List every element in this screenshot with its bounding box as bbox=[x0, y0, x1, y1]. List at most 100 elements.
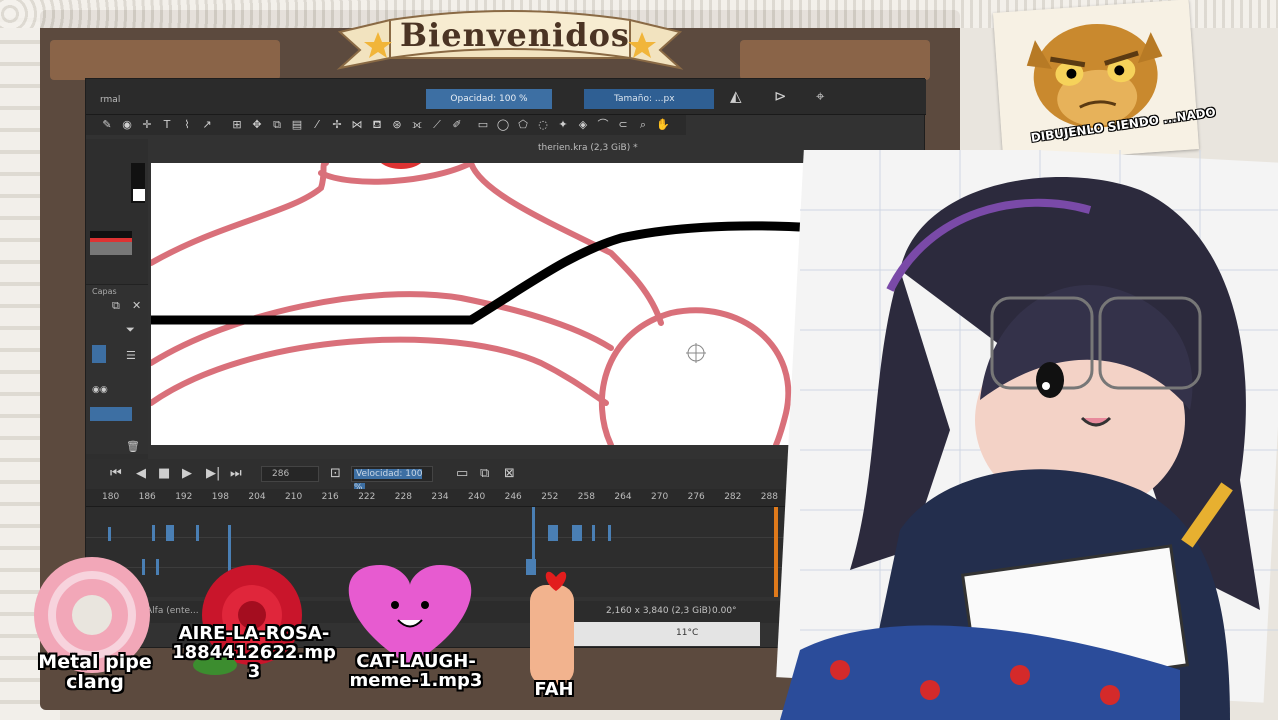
soundboard: Metal pipe clang AIRE-LA-ROSA- 188441262… bbox=[0, 555, 580, 720]
play-icon[interactable]: ▶ bbox=[182, 466, 192, 481]
timeline-tick-label: 216 bbox=[321, 492, 339, 502]
timeline-tick-label: 204 bbox=[248, 492, 266, 502]
brush-tool-icon[interactable]: ✎ bbox=[100, 118, 114, 132]
brush-cursor-icon bbox=[686, 343, 706, 363]
pan-tool-icon[interactable]: ✋ bbox=[656, 118, 670, 132]
layers-icon[interactable]: ⧉ bbox=[480, 466, 489, 481]
rect-select-icon[interactable]: ▭ bbox=[476, 118, 490, 132]
filter-icon[interactable]: ⏷ bbox=[126, 323, 135, 337]
similar-select-icon[interactable]: ◈ bbox=[576, 118, 590, 132]
heart-character-icon bbox=[348, 565, 472, 665]
timeline-tick-label: 282 bbox=[724, 492, 742, 502]
finger-heart-icon bbox=[530, 571, 574, 685]
layer-thumbnail[interactable] bbox=[92, 345, 106, 363]
mirror-vertical-icon[interactable]: ⊳ bbox=[774, 87, 787, 105]
sound-button-metal-pipe[interactable]: Metal pipe clang bbox=[20, 652, 170, 693]
stop-icon[interactable]: ■ bbox=[158, 466, 170, 481]
playback-speed-field[interactable]: Velocidad: 100 % bbox=[351, 466, 433, 493]
last-frame-icon[interactable]: ⏭ bbox=[230, 466, 242, 481]
keyframe[interactable] bbox=[608, 525, 611, 541]
sound-button-line: 3 bbox=[247, 660, 261, 682]
weather-indicator[interactable]: 11°C bbox=[676, 628, 698, 638]
drop-frames-icon[interactable]: ⊡ bbox=[330, 466, 341, 481]
drawing-canvas[interactable] bbox=[151, 163, 816, 445]
sound-button-fah[interactable]: FAH bbox=[530, 680, 578, 700]
timeline-tick-label: 186 bbox=[138, 492, 156, 502]
bezier-select-icon[interactable]: ⌒ bbox=[596, 118, 610, 132]
onion-skin-icon[interactable]: ▭ bbox=[456, 466, 468, 481]
measure-tool-icon[interactable]: ⋈ bbox=[350, 118, 364, 132]
fill-bucket-icon[interactable]: ⛾ bbox=[370, 118, 384, 132]
timeline-tick-label: 210 bbox=[285, 492, 303, 502]
move-tool-icon[interactable]: ✛ bbox=[140, 118, 154, 132]
transform-tool-icon[interactable]: ⊞ bbox=[230, 118, 244, 132]
freehand-select-icon[interactable]: ◌ bbox=[536, 118, 550, 132]
timeline-tick-label: 234 bbox=[431, 492, 449, 502]
assistant-tool-icon[interactable]: ✢ bbox=[330, 118, 344, 132]
timeline-tick-label: 240 bbox=[468, 492, 486, 502]
zoom-tool-icon[interactable]: ⌕ bbox=[636, 118, 650, 132]
timeline-tick-label: 252 bbox=[541, 492, 559, 502]
move-layer-tool-icon[interactable]: ✥ bbox=[250, 118, 264, 132]
smart-patch-icon[interactable]: ⊛ bbox=[390, 118, 404, 132]
mirror-horizontal-icon[interactable]: ◭ bbox=[730, 87, 742, 105]
document-title: therien.kra (2,3 GiB) * bbox=[538, 143, 638, 153]
layers-panel-title: Capas bbox=[92, 287, 117, 296]
wrap-around-icon[interactable]: ⌖ bbox=[816, 87, 824, 105]
magic-wand-icon[interactable]: ✦ bbox=[556, 118, 570, 132]
canvas-drawing bbox=[151, 163, 816, 445]
gradient-tool-icon[interactable]: ▤ bbox=[290, 118, 304, 132]
sound-button-line: meme-1.mp3 bbox=[349, 669, 483, 691]
close-panel-icon[interactable]: ✕ bbox=[132, 299, 141, 312]
background-color-swatch[interactable] bbox=[133, 189, 145, 201]
tools-toolbar: ✎ ◉ ✛ T ⌇ ↗ ⊞ ✥ ⧉ ▤ ⁄ ✢ ⋈ ⛾ ⊛ ⟗ ⟋ ✐ ▭ ◯ … bbox=[86, 115, 686, 135]
timeline-tick-label: 264 bbox=[614, 492, 632, 502]
status-rotation[interactable]: 0.00° bbox=[712, 606, 737, 616]
next-frame-icon[interactable]: ▶| bbox=[206, 466, 220, 481]
pencil-tool-icon[interactable]: ✐ bbox=[450, 118, 464, 132]
keyframe[interactable] bbox=[592, 525, 595, 541]
float-panel-icon[interactable]: ⧉ bbox=[112, 299, 120, 313]
sound-button-cat-laugh[interactable]: CAT-LAUGH- meme-1.mp3 bbox=[336, 652, 496, 691]
previous-frame-icon[interactable]: ◀ bbox=[136, 466, 146, 481]
delete-layer-icon[interactable]: 🗑 bbox=[126, 440, 140, 453]
keyframe[interactable] bbox=[166, 525, 174, 541]
blend-mode-select[interactable]: rmal bbox=[100, 95, 120, 105]
magnetic-select-icon[interactable]: ⊂ bbox=[616, 118, 630, 132]
banner-title: Bienvenidos bbox=[400, 16, 630, 54]
perspective-tool-icon[interactable]: ⟗ bbox=[410, 118, 424, 132]
settings-icon[interactable]: ⊠ bbox=[504, 466, 515, 481]
keyframe[interactable] bbox=[196, 525, 199, 541]
keyframe[interactable] bbox=[572, 525, 582, 541]
vtuber-avatar bbox=[776, 150, 1278, 720]
stream-overlay: rmal Opacidad: 100 % Tamaño: ...px ◭ ⊳ ⌖… bbox=[0, 0, 1278, 720]
crop-tool-icon[interactable]: ⧉ bbox=[270, 118, 284, 132]
keyframe[interactable] bbox=[548, 525, 558, 541]
calligraphy-tool-icon[interactable]: ⌇ bbox=[180, 118, 194, 132]
opacity-slider[interactable]: Opacidad: 100 % bbox=[426, 89, 552, 109]
poly-select-icon[interactable]: ⬠ bbox=[516, 118, 530, 132]
timeline-tick-label: 180 bbox=[102, 492, 120, 502]
current-frame-field[interactable]: 286 bbox=[261, 466, 319, 482]
fill-tool-icon[interactable]: ◉ bbox=[120, 118, 134, 132]
timeline-tick-label: 270 bbox=[651, 492, 669, 502]
first-frame-icon[interactable]: ⏮ bbox=[110, 466, 122, 481]
text-tool-icon[interactable]: T bbox=[160, 118, 174, 132]
brush-toolbar: rmal Opacidad: 100 % Tamaño: ...px ◭ ⊳ ⌖ bbox=[86, 79, 926, 115]
color-picker-icon[interactable]: ⁄ bbox=[310, 118, 324, 132]
timeline-tick-label: 258 bbox=[577, 492, 595, 502]
layer-menu-icon[interactable]: ☰ bbox=[126, 349, 136, 362]
sound-button-aire-la-rosa[interactable]: AIRE-LA-ROSA- 1884412622.mp 3 bbox=[170, 624, 338, 682]
keyframe[interactable] bbox=[108, 527, 111, 541]
layer-visibility-icon[interactable]: ◉◉ bbox=[92, 385, 108, 395]
size-slider[interactable]: Tamaño: ...px bbox=[584, 89, 714, 109]
edit-shapes-tool-icon[interactable]: ↗ bbox=[200, 118, 214, 132]
wood-plank-right bbox=[740, 40, 930, 80]
keyframe[interactable] bbox=[152, 525, 155, 541]
timeline-tick-label: 246 bbox=[504, 492, 522, 502]
active-layer-row[interactable] bbox=[90, 407, 132, 421]
ellipse-select-icon[interactable]: ◯ bbox=[496, 118, 510, 132]
layers-panel: Capas ⧉ ✕ ⏷ ☰ ◉◉ 🗑 bbox=[86, 284, 148, 454]
line-tool-icon[interactable]: ⟋ bbox=[430, 118, 444, 132]
gradient-preview[interactable] bbox=[90, 231, 132, 255]
